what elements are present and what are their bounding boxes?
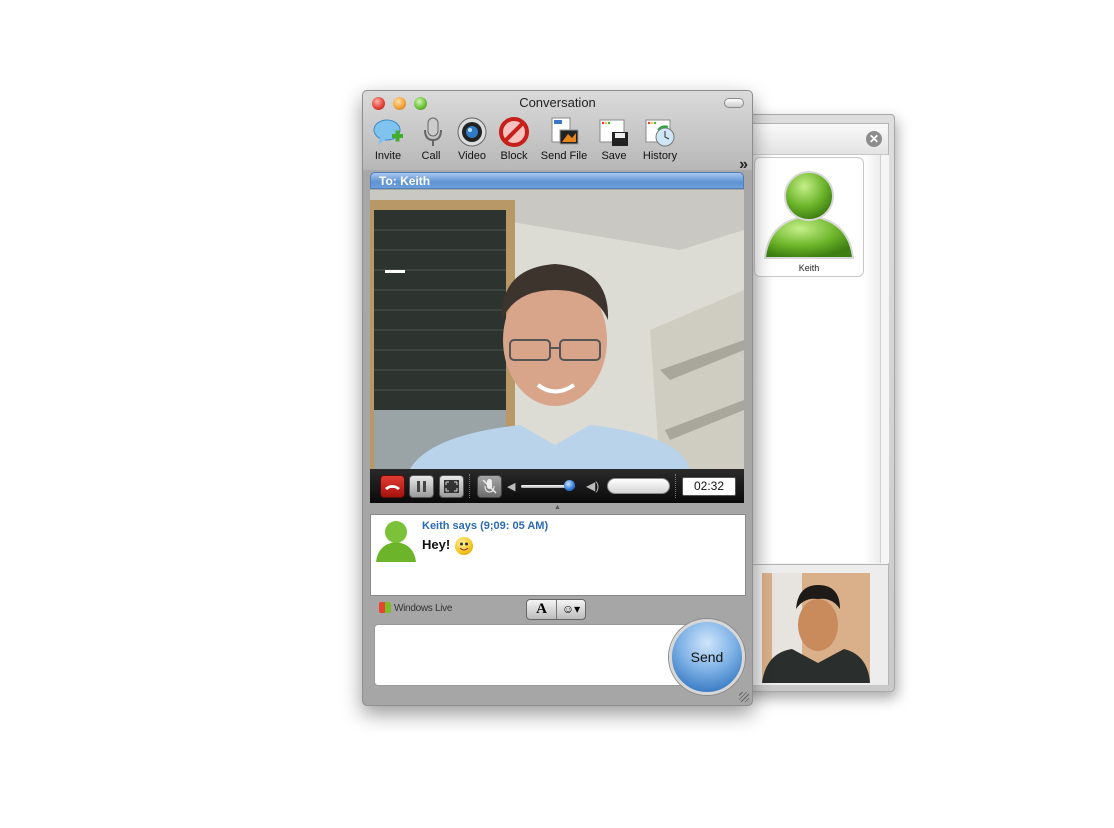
- contact-name: Keith: [798, 263, 820, 273]
- buddy-avatar-icon: [763, 171, 855, 259]
- toolbar-save-button[interactable]: Save: [597, 116, 631, 162]
- volume-high-icon: ◀): [586, 479, 600, 493]
- send-file-icon: [548, 116, 580, 148]
- call-timer: 02:32: [682, 477, 736, 496]
- volume-low-icon: ◀: [507, 481, 516, 493]
- fullscreen-icon: [444, 480, 459, 493]
- emoticon-menu-button[interactable]: ☺▾: [557, 600, 585, 619]
- video-feed: [370, 190, 744, 469]
- toolbar-toggle-button[interactable]: [724, 98, 744, 108]
- toolbar-invite-button[interactable]: Invite: [371, 116, 405, 162]
- send-button[interactable]: Send: [669, 619, 745, 695]
- pause-button[interactable]: [409, 475, 434, 498]
- splitter-handle[interactable]: ▲: [554, 504, 561, 511]
- toolbar-call-button[interactable]: Call: [417, 116, 445, 162]
- message-input[interactable]: [374, 624, 698, 686]
- contact-panel-header: ✕: [752, 124, 888, 155]
- microphone-muted-icon: [482, 479, 497, 494]
- webcam-icon: [456, 116, 488, 148]
- fullscreen-button[interactable]: [439, 475, 464, 498]
- resize-grip[interactable]: [739, 692, 749, 702]
- close-icon[interactable]: ✕: [866, 131, 882, 147]
- pause-icon: [417, 481, 426, 492]
- format-button-group: A ☺▾: [526, 599, 586, 620]
- window-title: Conversation: [519, 95, 596, 110]
- microphone-icon: [417, 116, 449, 148]
- my-display-picture-area: [752, 564, 888, 685]
- remote-video-frame: [370, 190, 744, 469]
- toolbar-video-button[interactable]: Video: [455, 116, 489, 162]
- contact-panel-inner: ✕ Keith: [751, 123, 889, 685]
- separator: [675, 474, 677, 498]
- message-text: Hey!: [422, 537, 451, 552]
- mute-microphone-button[interactable]: [477, 475, 502, 498]
- recipient-bar: To: Keith: [370, 172, 744, 189]
- audio-level-meter: [607, 478, 670, 494]
- history-icon: [644, 116, 676, 148]
- invite-icon: [372, 116, 404, 148]
- toolbar: Invite Call Video Block Send File Save H…: [363, 116, 752, 173]
- windows-live-logo: Windows Live: [379, 602, 452, 614]
- toolbar-video-label: Video: [458, 150, 486, 162]
- conversation-window: Conversation Invite Call Video Block Sen…: [362, 90, 753, 706]
- sender-avatar-icon: [376, 521, 416, 562]
- hang-up-button[interactable]: [380, 475, 405, 498]
- hang-up-icon: [385, 485, 400, 490]
- windows-live-label: Windows Live: [394, 603, 453, 614]
- toolbar-save-label: Save: [601, 150, 627, 162]
- toolbar-history-button[interactable]: History: [640, 116, 680, 162]
- font-button[interactable]: A: [527, 600, 557, 619]
- toolbar-block-label: Block: [500, 150, 528, 162]
- smiley-icon: [455, 537, 473, 555]
- volume-slider-knob[interactable]: [564, 480, 576, 491]
- contact-list: Keith: [752, 155, 880, 563]
- toolbar-block-button[interactable]: Block: [497, 116, 531, 162]
- my-display-picture[interactable]: [762, 573, 870, 683]
- save-icon: [598, 116, 630, 148]
- toolbar-history-label: History: [642, 150, 678, 162]
- contact-list-scrollbar[interactable]: [880, 155, 889, 563]
- chat-history: Keith says (9;09: 05 AM) Hey!: [370, 514, 746, 596]
- call-controls-bar: ◀ ◀) 02:32: [370, 469, 744, 503]
- toolbar-call-label: Call: [421, 150, 441, 162]
- message-sender-line: Keith says (9;09: 05 AM): [422, 520, 549, 532]
- separator: [469, 474, 471, 498]
- toolbar-invite-label: Invite: [374, 150, 402, 162]
- toolbar-send-file-label: Send File: [540, 150, 588, 162]
- windows-flag-icon: [379, 602, 391, 613]
- contact-card[interactable]: Keith: [754, 157, 864, 277]
- contact-panel: ✕ Keith: [744, 114, 895, 692]
- block-icon: [498, 116, 530, 148]
- toolbar-send-file-button[interactable]: Send File: [539, 116, 589, 162]
